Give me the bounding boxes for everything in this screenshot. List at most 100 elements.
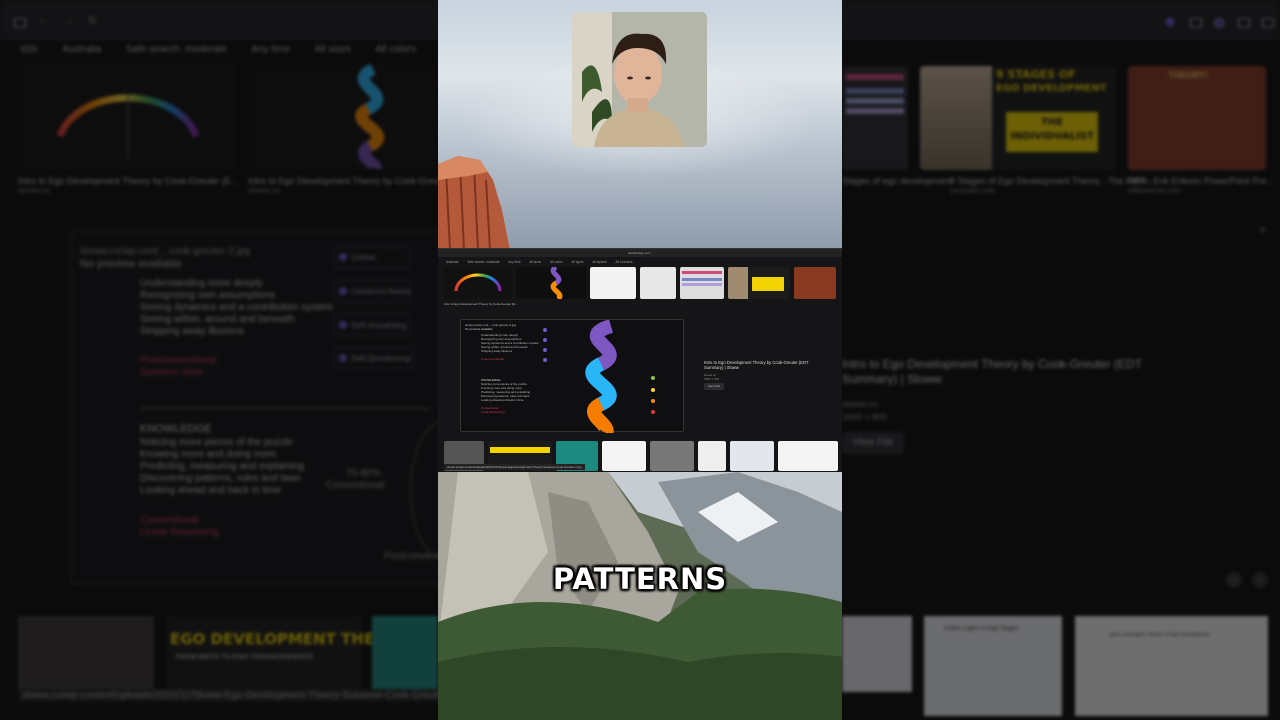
region-toggle[interactable] — [20, 45, 38, 54]
result-thumb-list[interactable] — [842, 66, 908, 170]
thumb-overlay-text: THEORY! — [1168, 70, 1209, 80]
thumb-overlay-text: FROM BIRTH TO EGO TRANSCENDENCE — [176, 654, 314, 661]
back-icon[interactable]: ← — [38, 14, 50, 26]
mini-filter: All layouts — [592, 260, 607, 264]
list-item: Understanding more deeply — [140, 278, 263, 289]
mini-filters: Australia Safe search: moderate Any time… — [446, 260, 641, 264]
thumb-overlay-text: Jane Loevinger's Theory of Ego Developme… — [1109, 632, 1211, 638]
section-heading: KNOWLEDGE — [140, 423, 212, 435]
filter-time[interactable]: Any time — [251, 44, 290, 55]
result-source: slideserve.com — [1128, 186, 1182, 195]
mini-bottom-thumb — [602, 441, 646, 471]
sidebar-icon[interactable] — [14, 18, 26, 28]
mini-thumb-nine-stages — [728, 267, 790, 299]
bottom-thumb[interactable] — [372, 616, 438, 692]
reload-icon[interactable]: ↻ — [88, 14, 100, 27]
stage-label: Conventional — [140, 515, 199, 526]
filter-region[interactable]: Australia — [62, 44, 101, 55]
mini-caption: Intro to Ego Development Theory by Cook-… — [444, 302, 518, 306]
no-preview-label: No preview available — [80, 258, 182, 270]
bottom-thumb[interactable] — [18, 616, 154, 692]
result-thumb-rainbow-arc[interactable] — [18, 64, 236, 169]
mini-text: Postconventional — [481, 357, 504, 361]
result-title[interactable]: Intro to Ego Development Theory by Cook-… — [18, 176, 238, 186]
profile-icon[interactable] — [1214, 18, 1224, 28]
prev-arrow-icon[interactable]: ‹ — [1226, 572, 1242, 588]
screen: ← → ↻ Australia Safe search: moderate An… — [0, 0, 1280, 720]
result-source: sloww.co — [18, 186, 51, 195]
mini-thumb — [640, 267, 676, 299]
list-item: Looking ahead and back in time — [140, 485, 282, 496]
mini-dims: 1600 × 800 — [704, 377, 720, 381]
mini-thumb — [444, 267, 512, 299]
tabs-icon[interactable] — [1238, 18, 1250, 28]
conventional-label: Conventional — [326, 480, 385, 491]
list-item: Stripping away illusions — [140, 326, 244, 337]
mini-bottom-thumb — [698, 441, 726, 471]
preview-result-title[interactable]: Intro to Ego Development Theory by Cook-… — [842, 357, 1172, 387]
mini-thumb — [794, 267, 836, 299]
mini-url: duckduckgo.com — [628, 251, 651, 255]
mini-text: No preview available — [465, 327, 493, 331]
bottom-thumb-loevinger[interactable]: Jane Loevinger's Theory of Ego Developme… — [1075, 616, 1268, 716]
search-filters: Australia Safe search: moderate Any time… — [20, 44, 438, 58]
next-arrow-icon[interactable]: › — [1252, 572, 1268, 588]
stage-chip: Construct-Aware — [334, 280, 410, 302]
forward-icon[interactable]: → — [64, 14, 76, 26]
webcam-overlay — [572, 12, 707, 147]
result-title[interactable]: Stages of ego development — [842, 176, 952, 186]
result-title[interactable]: 9 Stages of Ego Development Theory - The… — [950, 176, 1154, 186]
mini-view-file-button: View File — [704, 383, 724, 390]
stage-label: Postconventional — [140, 355, 217, 366]
list-item: Seeing within, around and beneath — [140, 314, 295, 325]
list-item: Noticing more pieces of the puzzle — [140, 437, 293, 448]
close-icon[interactable]: × — [1259, 222, 1267, 237]
result-title[interactable]: PPT - Erik Erikson PowerPoint Pre... — [1128, 176, 1274, 186]
result-source: youtube.com — [950, 186, 996, 195]
bottom-thumb[interactable] — [842, 616, 912, 692]
tabs-overview-icon[interactable] — [1262, 18, 1274, 28]
result-thumb-ppt[interactable]: THEORY! — [1128, 66, 1266, 170]
extension-icon[interactable] — [1164, 16, 1176, 28]
filter-size[interactable]: All sizes — [314, 44, 351, 55]
filter-safe-search[interactable]: Safe search: moderate — [126, 44, 227, 55]
mini-text: Looking ahead and back in time — [481, 398, 524, 402]
share-icon[interactable] — [1190, 18, 1202, 28]
result-thumb-spiral[interactable] — [248, 64, 438, 169]
mini-bottom-thumb — [730, 441, 774, 471]
list-item: Knowing more and doing more — [140, 449, 277, 460]
video-column: duckduckgo.com Australia Safe search: mo… — [438, 0, 842, 720]
result-thumb-nine-stages[interactable]: 9 STAGES OF EGO DEVELOPMENT THE INDIVIDU… — [920, 66, 1116, 170]
percent-label: 75-80% — [346, 468, 381, 479]
stage-chip: Self-Actualizing — [334, 314, 410, 336]
mini-text: Stripping away illusions — [481, 349, 513, 353]
thumb-overlay-text: EGO DEVELOPMENT — [996, 83, 1107, 94]
thumb-overlay-text: 9 STAGES OF — [996, 68, 1076, 81]
mini-thumb — [516, 267, 586, 299]
mini-filter: Australia — [446, 260, 459, 264]
mini-filter: All sizes — [529, 260, 542, 264]
video-caption: PATTERNS — [552, 562, 728, 596]
thumb-overlay-text: Action Logics in Ego Stages — [944, 626, 1019, 632]
view-file-button[interactable]: View File — [842, 432, 904, 454]
valley-landscape — [438, 472, 842, 720]
preview-dimensions: 1600 × 800 — [842, 412, 888, 422]
list-item: Recognizing own assumptions — [140, 290, 276, 301]
list-item: Predicting, measuring and explaining — [140, 461, 304, 472]
bottom-thumb-ego-banner[interactable]: EGO DEVELOPMENT THEORY FROM BIRTH TO EGO… — [166, 616, 408, 692]
stage-label: Linear Reasoning — [140, 527, 219, 538]
preview-filename[interactable]: sloww.co/wp-cont... cook-greuter-2.jpg — [80, 246, 250, 258]
mini-filter: All types — [571, 260, 584, 264]
mini-thumb — [680, 267, 724, 299]
result-title[interactable]: Intro to Ego Development Theory by Cook-… — [248, 176, 468, 186]
mini-filter: All colors — [549, 260, 563, 264]
filter-color[interactable]: All colors — [375, 44, 416, 55]
list-item: Discovering patterns, rules and laws — [140, 473, 301, 484]
mini-filter: Safe search: moderate — [467, 260, 500, 264]
mini-thumb — [590, 267, 636, 299]
bottom-thumb-action-logics[interactable]: Action Logics in Ego Stages — [924, 616, 1062, 716]
stage-chip: Self-Questioning — [334, 347, 414, 369]
mini-filter: Any time — [508, 260, 521, 264]
stage-label: Systems View — [140, 367, 203, 378]
list-item: Seeing dynamics and a contribution syste… — [140, 302, 333, 313]
